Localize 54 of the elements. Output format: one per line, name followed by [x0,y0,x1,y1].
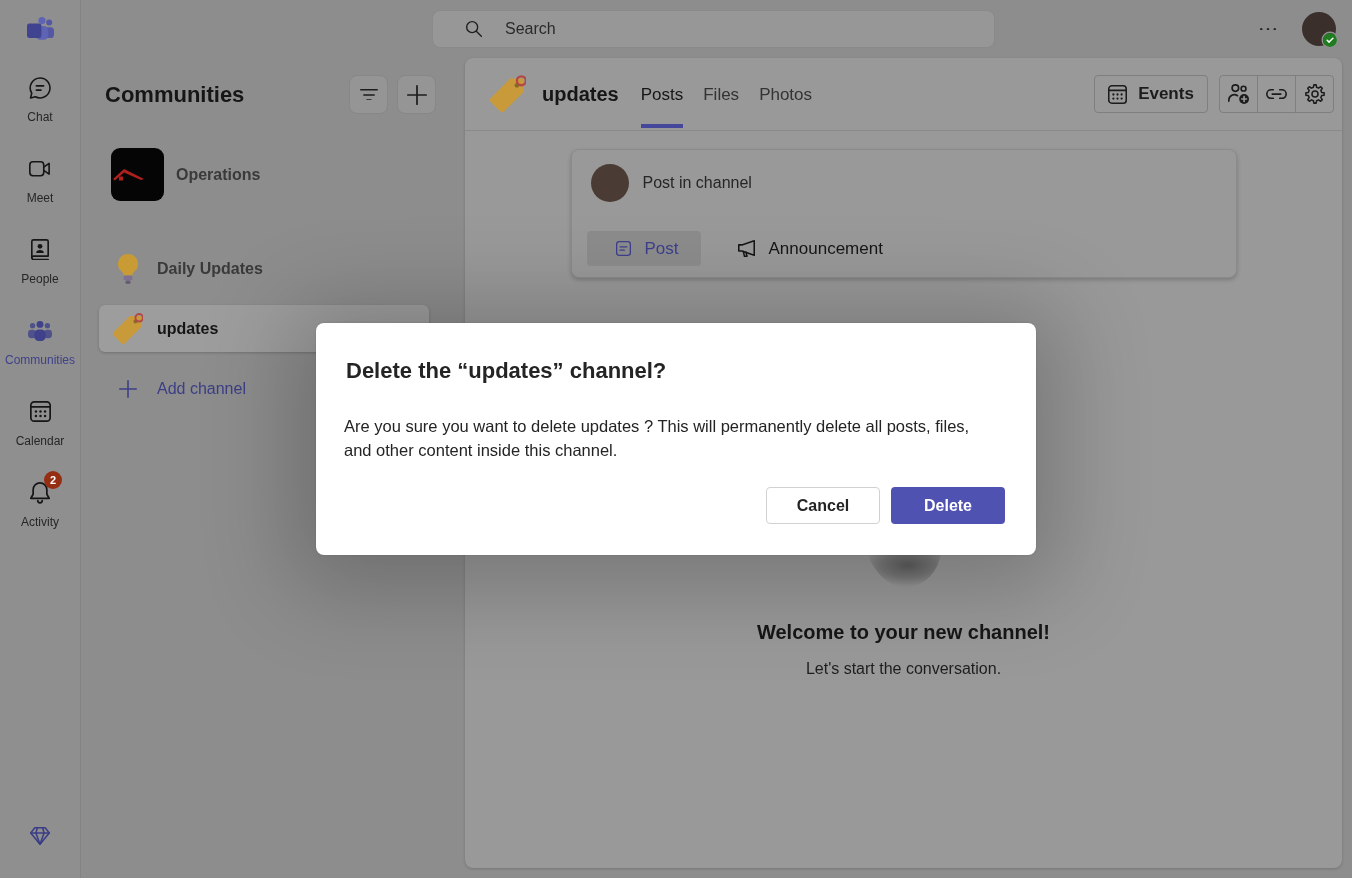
tab[interactable]: Photos [759,58,813,128]
link-icon [1266,88,1287,100]
post-prompt[interactable]: Post in channel [642,174,752,192]
dialog-message: Are you sure you want to delete updates ? This will permanently delete all posts, files, and other content inside this channel. [344,416,971,461]
plus-icon [119,379,137,398]
contact-book-icon [31,239,49,261]
search-icon [466,21,482,37]
app-logo [26,17,54,40]
video-camera-icon [29,161,51,177]
delete-button[interactable]: Delete [891,487,1005,524]
cancel-button[interactable]: Cancel [766,487,880,524]
filter-icon [359,88,378,101]
more-icon[interactable] [1260,27,1276,31]
plus-icon [406,84,427,105]
diamond-icon[interactable] [30,827,50,845]
events-button[interactable]: Events [1094,75,1208,113]
nav-item[interactable]: Communities [1,313,79,370]
new-button[interactable] [397,75,436,114]
dialog-title: Delete the “updates” channel? [346,357,668,385]
post-icon [615,241,631,256]
tag-icon [490,75,526,113]
welcome-subtitle: Let's start the conversation. [805,659,1002,679]
settings-icon [1304,84,1325,104]
chat-icon [29,76,51,99]
welcome-title: Welcome to your new channel! [757,620,1050,645]
tab[interactable]: Posts [640,58,684,128]
channel-title: updates [542,82,619,106]
nav-item[interactable]: Calendar [1,394,79,451]
post-type-button[interactable]: Announcement [708,231,905,266]
community-item[interactable]: Operations [111,148,261,201]
user-avatar[interactable] [1302,12,1336,46]
user-avatar [590,164,629,202]
add-people-button[interactable] [1219,75,1258,113]
lightbulb-icon [118,253,138,284]
sidebar-title: Communities [105,81,246,108]
tag-icon [113,312,143,345]
notification-badge: 2 [44,470,62,489]
people-group-icon [28,320,52,341]
nav-item[interactable]: Chat [1,70,79,127]
settings-button[interactable] [1295,75,1334,113]
calendar-icon [29,401,51,423]
tab[interactable]: Files [703,58,740,128]
link-button[interactable] [1257,75,1296,113]
nav-item[interactable]: Meet [1,151,79,208]
channel-item[interactable]: Daily Updates [99,245,429,292]
megaphone-icon [737,240,755,257]
calendar-icon [1108,84,1128,104]
post-type-button[interactable]: Post [586,231,701,266]
house-logo [111,148,164,201]
people-add-icon [1228,84,1249,104]
bell-icon [30,481,50,504]
filter-button[interactable] [349,75,388,114]
search-field[interactable]: Search [432,10,995,48]
nav-item[interactable]: People [1,232,79,289]
